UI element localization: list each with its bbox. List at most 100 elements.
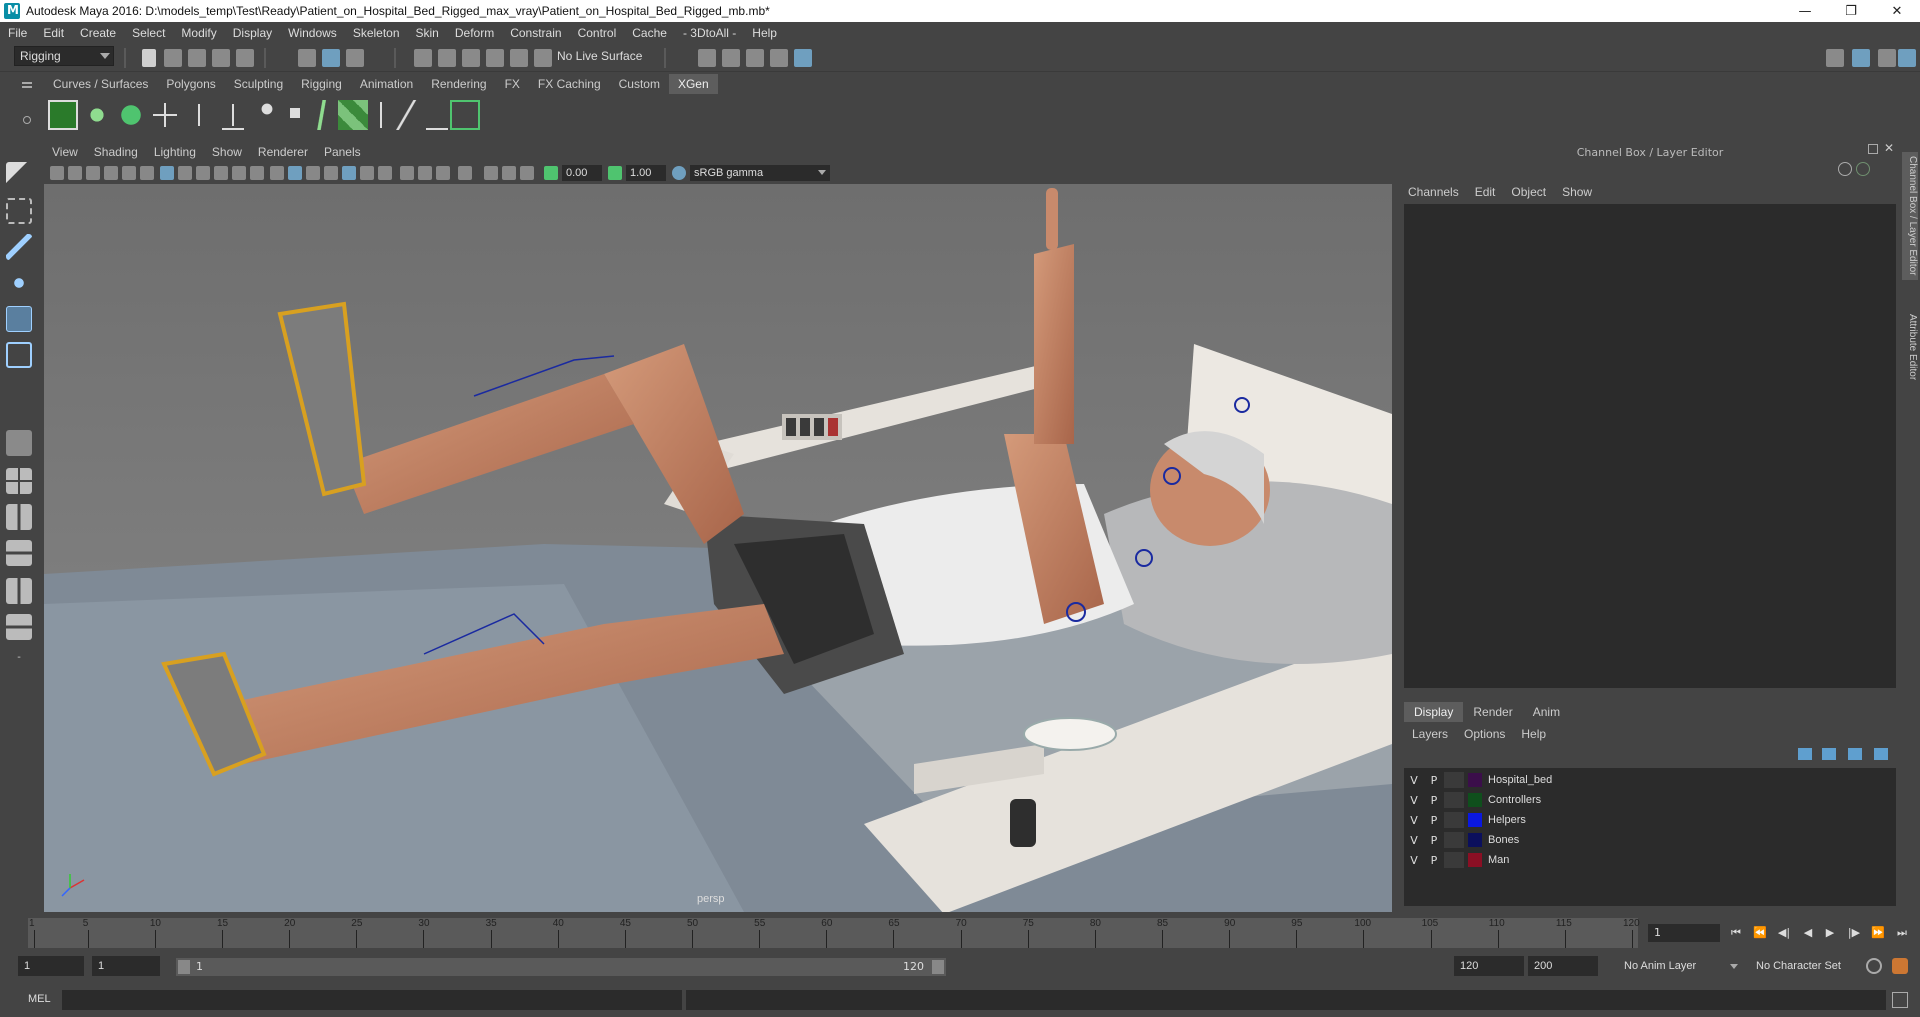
menu-display[interactable]: Display — [225, 26, 280, 40]
script-editor-icon[interactable] — [1892, 992, 1908, 1008]
layer-visibility-toggle[interactable]: V — [1404, 794, 1424, 807]
animation-end-field[interactable]: 200 — [1528, 956, 1598, 976]
new-empty-layer-icon[interactable] — [1848, 748, 1862, 760]
select-object-icon[interactable] — [322, 49, 340, 67]
range-slider[interactable]: 1 120 — [176, 958, 946, 976]
play-forward-icon[interactable]: ▶ — [1822, 926, 1838, 940]
snap-grid-icon[interactable] — [414, 49, 432, 67]
tab-rigging[interactable]: Rigging — [292, 74, 351, 94]
menu-modify[interactable]: Modify — [173, 26, 224, 40]
new-scene-icon[interactable] — [142, 49, 156, 67]
render-current-icon[interactable] — [722, 49, 740, 67]
layer-row[interactable]: V P Helpers — [1404, 810, 1896, 830]
shelf-menu-icon[interactable] — [22, 82, 32, 84]
close-button[interactable]: ✕ — [1874, 0, 1920, 22]
layer-playback-toggle[interactable]: P — [1424, 854, 1444, 867]
persp-graph-layout-icon[interactable] — [6, 540, 32, 566]
layer-display-type[interactable] — [1444, 792, 1464, 808]
viewport-3d-scene[interactable] — [44, 184, 1392, 912]
playback-start-field[interactable]: 1 — [92, 956, 160, 976]
move-tool-icon[interactable] — [6, 270, 32, 296]
toggle-panels-icon[interactable] — [1852, 49, 1870, 67]
colorspace-dropdown[interactable]: sRGB gamma — [690, 165, 830, 181]
layer-display-type[interactable] — [1444, 812, 1464, 828]
field-chart-icon[interactable] — [232, 166, 246, 180]
layer-display-type[interactable] — [1444, 832, 1464, 848]
smooth-shade-icon[interactable] — [288, 166, 302, 180]
layer-color-swatch[interactable] — [1468, 813, 1482, 827]
wireframe-icon[interactable] — [270, 166, 284, 180]
toggle-tool-settings-icon[interactable] — [1898, 49, 1916, 67]
preview-icon[interactable] — [422, 100, 452, 130]
side-tab-channel-box[interactable]: Channel Box / Layer Editor — [1902, 152, 1918, 280]
default-material-icon[interactable] — [306, 166, 320, 180]
multisample-aa-icon[interactable] — [436, 166, 450, 180]
snap-point-icon[interactable] — [462, 49, 480, 67]
ipr-render-icon[interactable] — [746, 49, 764, 67]
viewport-menu-shading[interactable]: Shading — [86, 145, 146, 159]
guide-visibility-icon[interactable] — [252, 100, 282, 130]
layer-row[interactable]: V P Bones — [1404, 830, 1896, 850]
channels-menu[interactable]: Channels — [1400, 185, 1467, 199]
mel-label[interactable]: MEL — [28, 993, 51, 1005]
channel-show-menu[interactable]: Show — [1554, 185, 1600, 199]
select-tool-icon[interactable] — [6, 162, 32, 188]
move-layer-down-icon[interactable] — [1822, 748, 1836, 760]
gamma-icon[interactable] — [608, 166, 622, 180]
menu-cache[interactable]: Cache — [624, 26, 675, 40]
menuset-dropdown[interactable]: Rigging — [14, 46, 114, 66]
film-gate-icon[interactable] — [178, 166, 192, 180]
lasso-tool-icon[interactable] — [6, 198, 32, 224]
xray-components-icon[interactable] — [520, 166, 534, 180]
single-perspective-layout-icon[interactable] — [6, 430, 32, 456]
range-start-handle[interactable] — [178, 960, 190, 974]
go-to-end-icon[interactable]: ⏭ — [1894, 926, 1910, 940]
more-layouts-icon[interactable]: - — [6, 652, 32, 666]
layer-row[interactable]: V P Man — [1404, 850, 1896, 870]
viewport-menu-lighting[interactable]: Lighting — [146, 145, 204, 159]
restore-button[interactable]: ❐ — [1828, 0, 1874, 22]
tab-display-layers[interactable]: Display — [1404, 702, 1464, 722]
menu-select[interactable]: Select — [124, 26, 173, 40]
use-all-lights-icon[interactable] — [360, 166, 374, 180]
wireframe-on-shaded-icon[interactable] — [324, 166, 338, 180]
channel-box-sync-icon[interactable] — [1856, 162, 1870, 176]
tab-fx-caching[interactable]: FX Caching — [529, 74, 610, 94]
persp-outliner-layout-icon[interactable] — [6, 504, 32, 530]
layer-help-menu[interactable]: Help — [1513, 727, 1554, 741]
menu-create[interactable]: Create — [72, 26, 124, 40]
layer-visibility-toggle[interactable]: V — [1404, 774, 1424, 787]
toggle-channel-box-icon[interactable] — [1878, 49, 1896, 67]
open-scene-icon[interactable] — [164, 49, 182, 67]
hypershade-icon[interactable] — [794, 49, 812, 67]
grease-pencil-icon[interactable] — [140, 166, 154, 180]
rotate-tool-icon[interactable] — [6, 306, 32, 332]
scale-tool-icon[interactable] — [6, 342, 32, 368]
go-to-start-icon[interactable]: ⏮ — [1728, 926, 1744, 940]
render-view-icon[interactable] — [698, 49, 716, 67]
xgen-collection-icon[interactable] — [116, 100, 146, 130]
animation-preferences-icon[interactable] — [1892, 958, 1908, 974]
layer-display-type[interactable] — [1444, 772, 1464, 788]
guide-length-icon[interactable] — [308, 100, 338, 130]
command-input[interactable] — [62, 990, 682, 1010]
tab-polygons[interactable]: Polygons — [157, 74, 224, 94]
grid-toggle-icon[interactable] — [160, 166, 174, 180]
camera-select-icon[interactable] — [50, 166, 64, 180]
layer-playback-toggle[interactable]: P — [1424, 794, 1444, 807]
tab-curves-surfaces[interactable]: Curves / Surfaces — [44, 74, 157, 94]
close-panel-icon[interactable]: ✕ — [1884, 141, 1896, 155]
paint-select-tool-icon[interactable] — [6, 234, 32, 260]
layer-visibility-toggle[interactable]: V — [1404, 814, 1424, 827]
layer-row[interactable]: V P Hospital_bed — [1404, 770, 1896, 790]
density-map-icon[interactable] — [338, 100, 368, 130]
channel-box-area[interactable] — [1404, 204, 1896, 688]
four-view-layout-icon[interactable] — [6, 468, 32, 494]
tab-sculpting[interactable]: Sculpting — [225, 74, 292, 94]
play-backward-icon[interactable]: ◀ — [1800, 926, 1816, 940]
step-forward-key-icon[interactable]: ⏩ — [1870, 926, 1886, 940]
xgen-editor-icon[interactable] — [48, 100, 78, 130]
menu-file[interactable]: File — [0, 26, 35, 40]
safe-action-icon[interactable] — [250, 166, 264, 180]
step-back-key-icon[interactable]: ⏪ — [1752, 926, 1768, 940]
